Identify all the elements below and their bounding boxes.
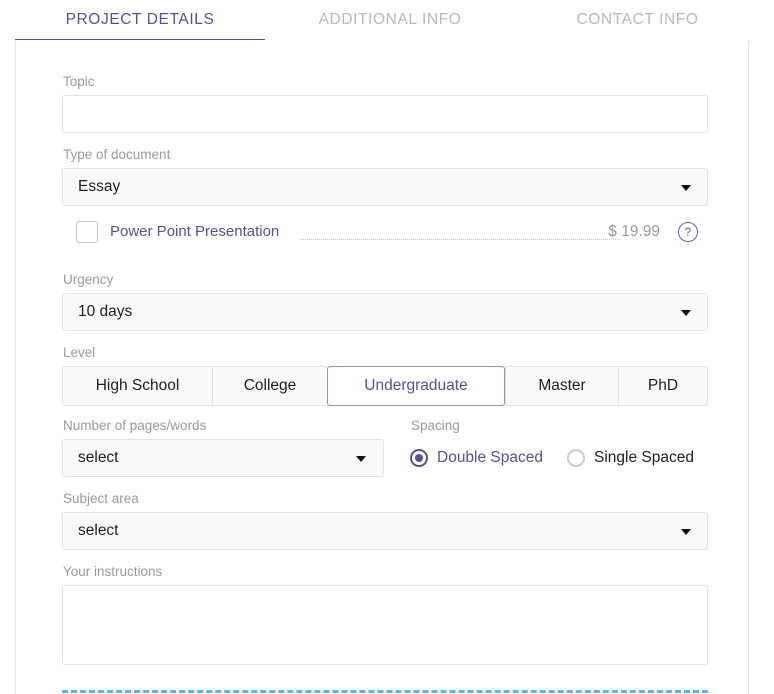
field-topic: Topic bbox=[62, 74, 708, 133]
level-label: Level bbox=[63, 345, 96, 360]
subject-area-value: select bbox=[78, 522, 119, 539]
radio-selected-icon bbox=[410, 449, 428, 467]
chevron-down-icon bbox=[681, 310, 691, 316]
field-power-point: Power Point Presentation $ 19.99 ? bbox=[62, 218, 708, 248]
topic-input[interactable] bbox=[62, 95, 708, 133]
type-of-document-value: Essay bbox=[78, 178, 121, 195]
level-option-high-school[interactable]: High School bbox=[62, 366, 212, 406]
urgency-value: 10 days bbox=[78, 303, 133, 320]
topic-label: Topic bbox=[63, 74, 95, 89]
tab-additional-info[interactable]: ADDITIONAL INFO bbox=[265, 0, 515, 40]
form-card: Topic Type of document Essay Power Point… bbox=[15, 40, 749, 694]
leader-line bbox=[300, 239, 620, 240]
chevron-down-icon bbox=[681, 185, 691, 191]
file-dropzone-border[interactable] bbox=[62, 690, 708, 693]
radio-unselected-icon bbox=[567, 449, 585, 467]
chevron-down-icon bbox=[356, 456, 366, 462]
tab-bar: PROJECT DETAILS ADDITIONAL INFO CONTACT … bbox=[0, 0, 774, 40]
type-of-document-label: Type of document bbox=[63, 147, 171, 162]
field-subject-area: Subject area select bbox=[62, 491, 708, 550]
pages-label: Number of pages/words bbox=[63, 418, 207, 433]
power-point-price: $ 19.99 bbox=[608, 223, 660, 240]
level-option-phd[interactable]: PhD bbox=[618, 366, 708, 406]
field-number-of-pages: Number of pages/words select bbox=[62, 418, 384, 477]
tab-project-details[interactable]: PROJECT DETAILS bbox=[15, 0, 265, 40]
chevron-down-icon bbox=[681, 529, 691, 535]
subject-area-label: Subject area bbox=[63, 491, 139, 506]
urgency-select[interactable]: 10 days bbox=[62, 293, 708, 331]
pages-value: select bbox=[78, 449, 119, 466]
field-level: Level High School College Undergraduate … bbox=[62, 345, 708, 406]
spacing-radio-group: Double Spaced Single Spaced bbox=[410, 439, 708, 477]
field-instructions: Your instructions bbox=[62, 564, 708, 670]
instructions-textarea[interactable] bbox=[62, 585, 708, 665]
spacing-option-single-spaced[interactable]: Single Spaced bbox=[567, 449, 694, 467]
type-of-document-select[interactable]: Essay bbox=[62, 168, 708, 206]
field-type-of-document: Type of document Essay bbox=[62, 147, 708, 206]
instructions-label: Your instructions bbox=[63, 564, 163, 579]
spacing-single-label: Single Spaced bbox=[594, 449, 694, 466]
help-icon[interactable]: ? bbox=[678, 222, 698, 242]
tab-contact-info[interactable]: CONTACT INFO bbox=[515, 0, 760, 40]
power-point-checkbox[interactable] bbox=[76, 221, 98, 243]
subject-area-select[interactable]: select bbox=[62, 512, 708, 550]
spacing-double-label: Double Spaced bbox=[437, 449, 543, 466]
level-option-undergraduate[interactable]: Undergraduate bbox=[327, 366, 505, 406]
field-urgency: Urgency 10 days bbox=[62, 272, 708, 331]
spacing-option-double-spaced[interactable]: Double Spaced bbox=[410, 449, 543, 467]
level-option-college[interactable]: College bbox=[212, 366, 327, 406]
level-button-group: High School College Undergraduate Master… bbox=[62, 366, 708, 406]
spacing-label: Spacing bbox=[411, 418, 460, 433]
level-option-master[interactable]: Master bbox=[505, 366, 618, 406]
power-point-label[interactable]: Power Point Presentation bbox=[110, 218, 279, 246]
urgency-label: Urgency bbox=[63, 272, 114, 287]
field-spacing: Spacing Double Spaced Single Spaced bbox=[410, 418, 708, 477]
pages-select[interactable]: select bbox=[62, 439, 384, 477]
